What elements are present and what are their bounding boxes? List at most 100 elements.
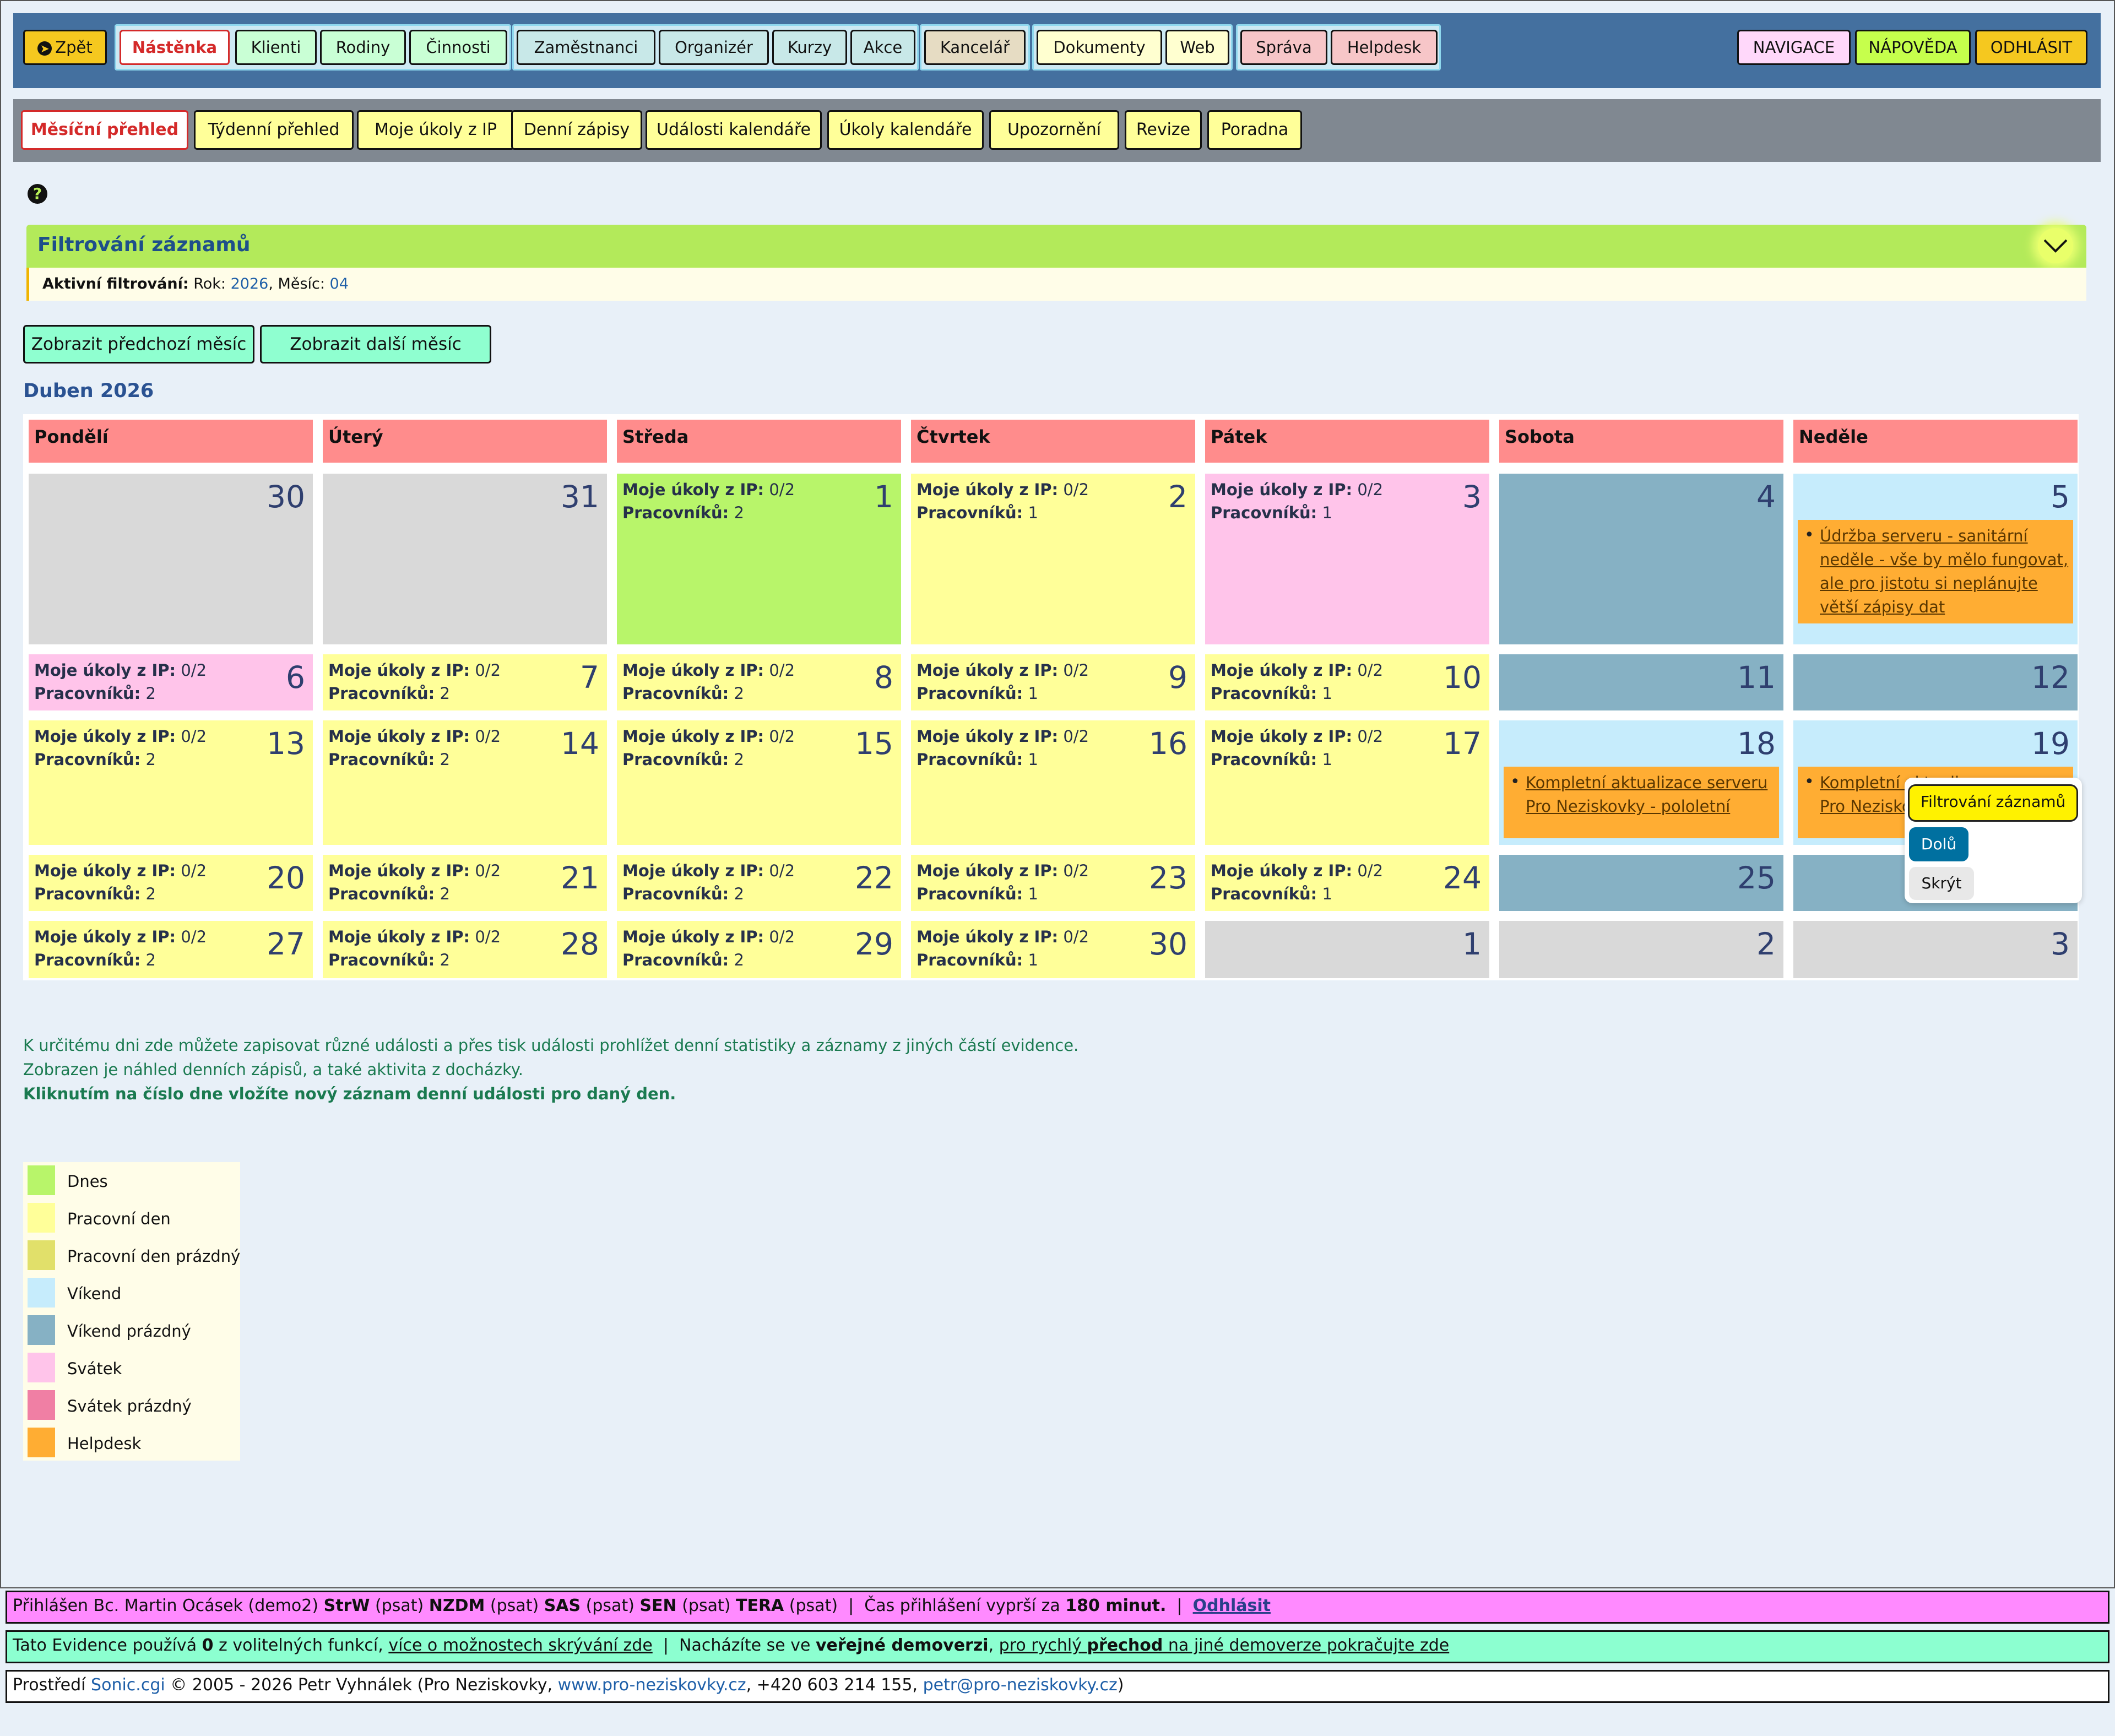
- day-number[interactable]: 30: [267, 480, 305, 513]
- day-number[interactable]: 27: [267, 927, 305, 961]
- calendar-day-cell[interactable]: 18 Kompletní aktualizace serveru Pro Nezi…: [1499, 720, 1783, 845]
- calendar-day-cell[interactable]: 24 Moje úkoly z IP: 0/2 Pracovníků: 1: [1205, 855, 1489, 911]
- calendar-day-cell[interactable]: 15 Moje úkoly z IP: 0/2 Pracovníků: 2: [617, 720, 901, 845]
- day-number[interactable]: 7: [580, 661, 599, 694]
- calendar-day-cell[interactable]: 13 Moje úkoly z IP: 0/2 Pracovníků: 2: [29, 720, 313, 845]
- calendar-day-cell[interactable]: 30: [29, 474, 313, 644]
- calendar-day-cell[interactable]: 1 Moje úkoly z IP: 0/2 Pracovníků: 2: [617, 474, 901, 644]
- day-number[interactable]: 15: [855, 727, 893, 760]
- calendar-day-cell[interactable]: 10 Moje úkoly z IP: 0/2 Pracovníků: 1: [1205, 654, 1489, 710]
- footer-logout-link[interactable]: Odhlásit: [1193, 1596, 1271, 1615]
- day-number[interactable]: 3: [1462, 480, 1482, 513]
- back-button[interactable]: ➤ Zpět: [23, 30, 107, 65]
- calendar-day-cell[interactable]: 7 Moje úkoly z IP: 0/2 Pracovníků: 2: [323, 654, 607, 710]
- calendar-day-cell[interactable]: 23 Moje úkoly z IP: 0/2 Pracovníků: 1: [911, 855, 1195, 911]
- calendar-day-cell[interactable]: 25: [1499, 855, 1783, 911]
- calendar-day-cell[interactable]: 2: [1499, 921, 1783, 978]
- helpdesk-event-link[interactable]: Kompletní aktualizace serveru Pro Nezisk…: [1504, 767, 1779, 838]
- calendar-day-cell[interactable]: 4: [1499, 474, 1783, 644]
- tab-calendar-tasks[interactable]: Úkoly kalendáře: [827, 110, 984, 150]
- calendar-day-cell[interactable]: 8 Moje úkoly z IP: 0/2 Pracovníků: 2: [617, 654, 901, 710]
- day-number[interactable]: 18: [1737, 727, 1776, 760]
- day-number[interactable]: 2: [1756, 927, 1776, 961]
- day-number[interactable]: 24: [1443, 861, 1482, 894]
- nav-activities[interactable]: Činnosti: [409, 30, 507, 65]
- calendar-day-cell[interactable]: 17 Moje úkoly z IP: 0/2 Pracovníků: 1: [1205, 720, 1489, 845]
- calendar-day-cell[interactable]: 21 Moje úkoly z IP: 0/2 Pracovníků: 2: [323, 855, 607, 911]
- demo-switch-link[interactable]: pro rychlý přechod na jiné demoverze pok…: [999, 1636, 1450, 1655]
- day-number[interactable]: 1: [874, 480, 893, 513]
- calendar-day-cell[interactable]: 9 Moje úkoly z IP: 0/2 Pracovníků: 1: [911, 654, 1195, 710]
- day-number[interactable]: 23: [1149, 861, 1187, 894]
- navigation-button[interactable]: NAVIGACE: [1737, 30, 1851, 65]
- day-number[interactable]: 12: [2031, 661, 2070, 694]
- nav-events[interactable]: Akce: [850, 30, 915, 65]
- calendar-day-cell[interactable]: 20 Moje úkoly z IP: 0/2 Pracovníků: 2: [29, 855, 313, 911]
- calendar-day-cell[interactable]: 11: [1499, 654, 1783, 710]
- day-number[interactable]: 22: [855, 861, 893, 894]
- filter-panel-header[interactable]: Filtrování záznamů: [26, 225, 2086, 268]
- calendar-day-cell[interactable]: 29 Moje úkoly z IP: 0/2 Pracovníků: 2: [617, 921, 901, 978]
- day-number[interactable]: 1: [1462, 927, 1482, 961]
- guide-tooltip-title[interactable]: Filtrování záznamů: [1908, 784, 2079, 822]
- chevron-down-icon[interactable]: [2038, 228, 2073, 263]
- day-number[interactable]: 14: [561, 727, 599, 760]
- day-number[interactable]: 5: [2051, 480, 2070, 513]
- calendar-day-cell[interactable]: 30 Moje úkoly z IP: 0/2 Pracovníků: 1: [911, 921, 1195, 978]
- calendar-day-cell[interactable]: 3 Moje úkoly z IP: 0/2 Pracovníků: 1: [1205, 474, 1489, 644]
- logout-button[interactable]: ODHLÁSIT: [1975, 30, 2087, 65]
- calendar-day-cell[interactable]: 28 Moje úkoly z IP: 0/2 Pracovníků: 2: [323, 921, 607, 978]
- day-number[interactable]: 21: [561, 861, 599, 894]
- sonic-link[interactable]: Sonic.cgi: [91, 1675, 165, 1695]
- day-number[interactable]: 25: [1737, 861, 1776, 894]
- tab-my-ip-tasks[interactable]: Moje úkoly z IP: [357, 110, 514, 150]
- calendar-day-cell[interactable]: 3: [1793, 921, 2078, 978]
- calendar-day-cell[interactable]: 14 Moje úkoly z IP: 0/2 Pracovníků: 2: [323, 720, 607, 845]
- website-link[interactable]: www.pro-neziskovky.cz: [558, 1675, 746, 1695]
- tab-weekly-overview[interactable]: Týdenní přehled: [194, 110, 354, 150]
- calendar-day-cell[interactable]: 2 Moje úkoly z IP: 0/2 Pracovníků: 1: [911, 474, 1195, 644]
- email-link[interactable]: petr@pro-neziskovky.cz: [923, 1675, 1118, 1695]
- day-number[interactable]: 31: [561, 480, 599, 513]
- tab-daily-records[interactable]: Denní zápisy: [511, 110, 642, 150]
- day-number[interactable]: 28: [561, 927, 599, 961]
- calendar-day-cell[interactable]: 22 Moje úkoly z IP: 0/2 Pracovníků: 2: [617, 855, 901, 911]
- day-number[interactable]: 20: [267, 861, 305, 894]
- calendar-day-cell[interactable]: 31: [323, 474, 607, 644]
- day-number[interactable]: 10: [1443, 661, 1482, 694]
- tab-monthly-overview[interactable]: Měsíční přehled: [21, 110, 188, 150]
- calendar-day-cell[interactable]: 1: [1205, 921, 1489, 978]
- nav-clients[interactable]: Klienti: [235, 30, 317, 65]
- day-number[interactable]: 17: [1443, 727, 1482, 760]
- nav-web[interactable]: Web: [1165, 30, 1229, 65]
- tab-reviews[interactable]: Revize: [1125, 110, 1202, 150]
- day-number[interactable]: 9: [1168, 661, 1187, 694]
- tab-notifications[interactable]: Upozornění: [989, 110, 1119, 150]
- nav-admin[interactable]: Správa: [1240, 30, 1327, 65]
- day-number[interactable]: 16: [1149, 727, 1187, 760]
- nav-helpdesk[interactable]: Helpdesk: [1331, 30, 1438, 65]
- calendar-day-cell[interactable]: 12: [1793, 654, 2078, 710]
- day-number[interactable]: 2: [1168, 480, 1187, 513]
- day-number[interactable]: 3: [2051, 927, 2070, 961]
- day-number[interactable]: 8: [874, 661, 893, 694]
- help-button[interactable]: NÁPOVĚDA: [1855, 30, 1971, 65]
- tab-calendar-events[interactable]: Události kalendáře: [646, 110, 822, 150]
- nav-office[interactable]: Kancelář: [924, 30, 1026, 65]
- nav-families[interactable]: Rodiny: [320, 30, 406, 65]
- nav-documents[interactable]: Dokumenty: [1037, 30, 1162, 65]
- nav-courses[interactable]: Kurzy: [772, 30, 847, 65]
- calendar-day-cell[interactable]: 6 Moje úkoly z IP: 0/2 Pracovníků: 2: [29, 654, 313, 710]
- nav-organizer[interactable]: Organizér: [659, 30, 769, 65]
- help-question-icon[interactable]: ?: [28, 184, 47, 204]
- calendar-day-cell[interactable]: 5 Údržba serveru - sanitární neděle - vše…: [1793, 474, 2078, 644]
- calendar-day-cell[interactable]: 16 Moje úkoly z IP: 0/2 Pracovníků: 1: [911, 720, 1195, 845]
- day-number[interactable]: 6: [286, 661, 305, 694]
- tab-counseling[interactable]: Poradna: [1207, 110, 1302, 150]
- day-number[interactable]: 19: [2031, 727, 2070, 760]
- nav-dashboard[interactable]: Nástěnka: [120, 30, 230, 65]
- guide-hide-button[interactable]: Skrýt: [1909, 867, 1974, 900]
- day-number[interactable]: 30: [1149, 927, 1187, 961]
- next-month-button[interactable]: Zobrazit další měsíc: [260, 325, 491, 364]
- hiding-options-link[interactable]: více o možnostech skrývání zde: [388, 1636, 652, 1655]
